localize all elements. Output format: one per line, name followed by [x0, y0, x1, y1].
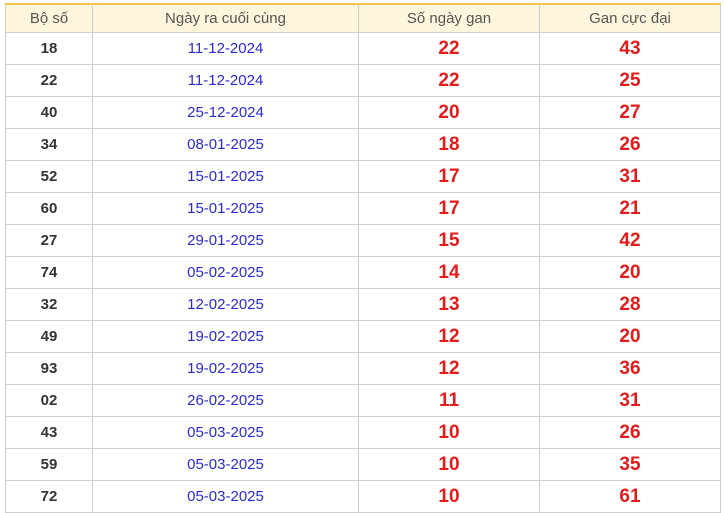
column-header-last-date: Ngày ra cuối cùng [92, 3, 359, 33]
cell-number: 18 [5, 32, 93, 65]
cell-gan-days: 17 [358, 160, 540, 193]
cell-max-gan: 42 [539, 224, 721, 257]
cell-number: 27 [5, 224, 93, 257]
cell-last-date: 26-02-2025 [92, 384, 359, 417]
cell-number: 02 [5, 384, 93, 417]
cell-number: 52 [5, 160, 93, 193]
cell-max-gan: 26 [539, 128, 721, 161]
cell-max-gan: 20 [539, 320, 721, 353]
cell-last-date: 05-03-2025 [92, 480, 359, 513]
table-row: 60 15-01-2025 17 21 [5, 192, 721, 225]
cell-number: 49 [5, 320, 93, 353]
cell-max-gan: 20 [539, 256, 721, 289]
cell-last-date: 05-02-2025 [92, 256, 359, 289]
cell-max-gan: 31 [539, 384, 721, 417]
column-header-number: Bộ số [5, 3, 93, 33]
cell-max-gan: 27 [539, 96, 721, 129]
cell-last-date: 19-02-2025 [92, 320, 359, 353]
table-row: 18 11-12-2024 22 43 [5, 32, 721, 65]
cell-last-date: 08-01-2025 [92, 128, 359, 161]
cell-number: 74 [5, 256, 93, 289]
cell-number: 22 [5, 64, 93, 97]
cell-max-gan: 26 [539, 416, 721, 449]
table-row: 40 25-12-2024 20 27 [5, 96, 721, 129]
cell-gan-days: 15 [358, 224, 540, 257]
cell-number: 40 [5, 96, 93, 129]
table-row: 02 26-02-2025 11 31 [5, 384, 721, 417]
cell-last-date: 11-12-2024 [92, 64, 359, 97]
cell-gan-days: 12 [358, 320, 540, 353]
cell-gan-days: 14 [358, 256, 540, 289]
cell-gan-days: 22 [358, 64, 540, 97]
table-row: 34 08-01-2025 18 26 [5, 128, 721, 161]
cell-max-gan: 36 [539, 352, 721, 385]
cell-last-date: 05-03-2025 [92, 416, 359, 449]
table-row: 52 15-01-2025 17 31 [5, 160, 721, 193]
column-header-max-gan: Gan cực đại [539, 3, 721, 33]
table-row: 43 05-03-2025 10 26 [5, 416, 721, 449]
cell-gan-days: 10 [358, 416, 540, 449]
cell-max-gan: 43 [539, 32, 721, 65]
cell-gan-days: 11 [358, 384, 540, 417]
cell-max-gan: 35 [539, 448, 721, 481]
cell-last-date: 12-02-2025 [92, 288, 359, 321]
cell-max-gan: 28 [539, 288, 721, 321]
cell-last-date: 05-03-2025 [92, 448, 359, 481]
cell-last-date: 15-01-2025 [92, 192, 359, 225]
table-row: 22 11-12-2024 22 25 [5, 64, 721, 97]
cell-max-gan: 31 [539, 160, 721, 193]
cell-number: 34 [5, 128, 93, 161]
cell-gan-days: 20 [358, 96, 540, 129]
cell-number: 43 [5, 416, 93, 449]
table-row: 32 12-02-2025 13 28 [5, 288, 721, 321]
table-row: 74 05-02-2025 14 20 [5, 256, 721, 289]
cell-gan-days: 18 [358, 128, 540, 161]
cell-number: 72 [5, 480, 93, 513]
table-header-row: Bộ số Ngày ra cuối cùng Số ngày gan Gan … [5, 3, 721, 33]
cell-max-gan: 25 [539, 64, 721, 97]
cell-max-gan: 21 [539, 192, 721, 225]
table-row: 27 29-01-2025 15 42 [5, 224, 721, 257]
cell-last-date: 11-12-2024 [92, 32, 359, 65]
table-row: 59 05-03-2025 10 35 [5, 448, 721, 481]
column-header-gan-days: Số ngày gan [358, 3, 540, 33]
cell-max-gan: 61 [539, 480, 721, 513]
cell-last-date: 15-01-2025 [92, 160, 359, 193]
table-row: 72 05-03-2025 10 61 [5, 480, 721, 513]
cell-number: 93 [5, 352, 93, 385]
cell-last-date: 19-02-2025 [92, 352, 359, 385]
table-row: 93 19-02-2025 12 36 [5, 352, 721, 385]
cell-number: 60 [5, 192, 93, 225]
cell-gan-days: 10 [358, 448, 540, 481]
cell-last-date: 29-01-2025 [92, 224, 359, 257]
cell-gan-days: 22 [358, 32, 540, 65]
cell-gan-days: 13 [358, 288, 540, 321]
cell-gan-days: 17 [358, 192, 540, 225]
table-row: 49 19-02-2025 12 20 [5, 320, 721, 353]
cell-gan-days: 12 [358, 352, 540, 385]
cell-last-date: 25-12-2024 [92, 96, 359, 129]
cell-gan-days: 10 [358, 480, 540, 513]
gan-statistics-table-container: Bộ số Ngày ra cuối cùng Số ngày gan Gan … [5, 3, 721, 513]
cell-number: 59 [5, 448, 93, 481]
cell-number: 32 [5, 288, 93, 321]
gan-statistics-table: Bộ số Ngày ra cuối cùng Số ngày gan Gan … [5, 3, 721, 513]
